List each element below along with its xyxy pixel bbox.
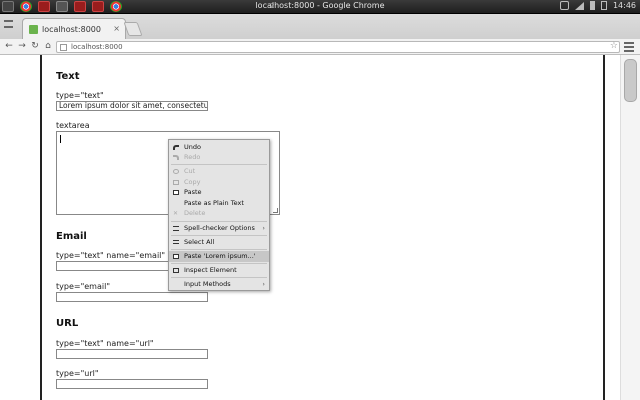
tab-title: localhost:8000 xyxy=(42,24,101,34)
menu-item-delete: ✕ Delete xyxy=(169,208,269,219)
spellcheck-icon xyxy=(173,226,179,231)
window-title: localhost:8000 - Google Chrome xyxy=(255,1,385,10)
label-url-text: type="text" name="url" xyxy=(56,339,154,348)
menu-item-label: Redo xyxy=(184,153,201,161)
menu-separator xyxy=(171,164,267,165)
clock[interactable]: 14:46 xyxy=(613,1,636,10)
label-url-type: type="url" xyxy=(56,369,99,378)
menu-item-label: Inspect Element xyxy=(184,266,237,274)
menu-item-paste-lorem[interactable]: Paste 'Lorem ipsum...' xyxy=(169,251,269,262)
menu-item-label: Copy xyxy=(184,178,201,186)
menu-wrench-icon[interactable] xyxy=(624,40,634,52)
heading-text: Text xyxy=(56,71,80,82)
new-tab-button[interactable] xyxy=(123,22,143,36)
menu-separator xyxy=(171,263,267,264)
menu-item-label: Paste 'Lorem ipsum...' xyxy=(184,252,256,260)
favicon-icon xyxy=(29,24,38,34)
label-textarea: textarea xyxy=(56,121,90,130)
undo-icon xyxy=(173,145,179,150)
text-caret xyxy=(60,135,61,143)
menu-item-label: Cut xyxy=(184,167,196,175)
clipboard-icon xyxy=(173,254,179,259)
menu-item-label: Delete xyxy=(184,209,206,217)
address-bar[interactable]: localhost:8000 xyxy=(56,41,620,53)
heading-email: Email xyxy=(56,231,87,242)
home-button[interactable]: ⌂ xyxy=(43,41,53,52)
menu-item-spellcheck[interactable]: Spell-checker Options › xyxy=(169,223,269,234)
heading-url: URL xyxy=(56,318,79,329)
menu-item-select-all[interactable]: Select All xyxy=(169,237,269,248)
resize-grip-icon[interactable] xyxy=(273,208,278,213)
copy-icon xyxy=(173,180,179,185)
close-window-icon[interactable] xyxy=(4,26,13,28)
menu-item-paste[interactable]: Paste xyxy=(169,187,269,198)
submenu-arrow-icon: › xyxy=(262,280,265,288)
system-tray: 14:46 xyxy=(559,1,636,10)
label-email-type: type="email" xyxy=(56,282,110,291)
scrollbar-thumb[interactable] xyxy=(624,59,637,102)
volume-icon[interactable] xyxy=(589,1,595,10)
context-menu: Undo Redo Cut Copy Paste Paste as Plain … xyxy=(168,139,270,291)
menu-item-redo: Redo xyxy=(169,152,269,163)
scissors-icon xyxy=(173,169,179,174)
label-type-text: type="text" xyxy=(56,91,104,100)
menu-item-inspect[interactable]: Inspect Element xyxy=(169,265,269,276)
browser-toolbar: ← → ↻ ⌂ localhost:8000 ☆ xyxy=(0,39,640,55)
delete-icon: ✕ xyxy=(173,210,179,217)
select-all-icon xyxy=(173,240,179,244)
redo-icon xyxy=(173,155,179,160)
bookmark-star-icon[interactable]: ☆ xyxy=(610,41,618,51)
page-viewport: Text type="text" Lorem ipsum dolor sit a… xyxy=(0,55,640,400)
page-icon xyxy=(60,44,67,51)
menu-separator xyxy=(171,277,267,278)
menu-item-label: Input Methods xyxy=(184,280,231,288)
back-button[interactable]: ← xyxy=(4,41,14,52)
label-email-text: type="text" name="email" xyxy=(56,251,166,260)
email-input[interactable] xyxy=(56,292,208,302)
url-text-input[interactable] xyxy=(56,349,208,359)
menu-item-label: Undo xyxy=(184,143,201,151)
network-icon[interactable] xyxy=(574,1,584,10)
menu-separator xyxy=(171,235,267,236)
menu-separator xyxy=(171,221,267,222)
minimize-icon[interactable] xyxy=(4,20,13,22)
battery-icon[interactable] xyxy=(600,1,607,10)
chat-icon[interactable] xyxy=(559,1,569,10)
inspect-icon xyxy=(173,268,179,273)
tab-localhost[interactable]: localhost:8000 × xyxy=(22,18,126,39)
tab-close-icon[interactable]: × xyxy=(113,24,120,33)
page-document: Text type="text" Lorem ipsum dolor sit a… xyxy=(40,55,605,400)
paste-icon xyxy=(173,190,179,195)
menu-item-label: Paste as Plain Text xyxy=(184,199,244,207)
tab-strip: localhost:8000 × xyxy=(0,14,640,39)
address-text: localhost:8000 xyxy=(71,43,123,51)
menu-item-label: Paste xyxy=(184,188,202,196)
menu-separator xyxy=(171,249,267,250)
forward-button[interactable]: → xyxy=(17,41,27,52)
menu-item-label: Select All xyxy=(184,238,215,246)
submenu-arrow-icon: › xyxy=(262,224,265,232)
os-top-bar: 2 localhost:8000 - Google Chrome 14:46 xyxy=(0,0,640,14)
menu-item-input-methods[interactable]: Input Methods › xyxy=(169,279,269,290)
url-input[interactable] xyxy=(56,379,208,389)
menu-item-label: Spell-checker Options xyxy=(184,224,255,232)
window-controls xyxy=(0,14,18,38)
vertical-scrollbar[interactable] xyxy=(620,55,640,400)
text-input[interactable]: Lorem ipsum dolor sit amet, consectetur … xyxy=(56,101,208,111)
reload-button[interactable]: ↻ xyxy=(30,41,40,52)
menu-item-cut: Cut xyxy=(169,166,269,177)
